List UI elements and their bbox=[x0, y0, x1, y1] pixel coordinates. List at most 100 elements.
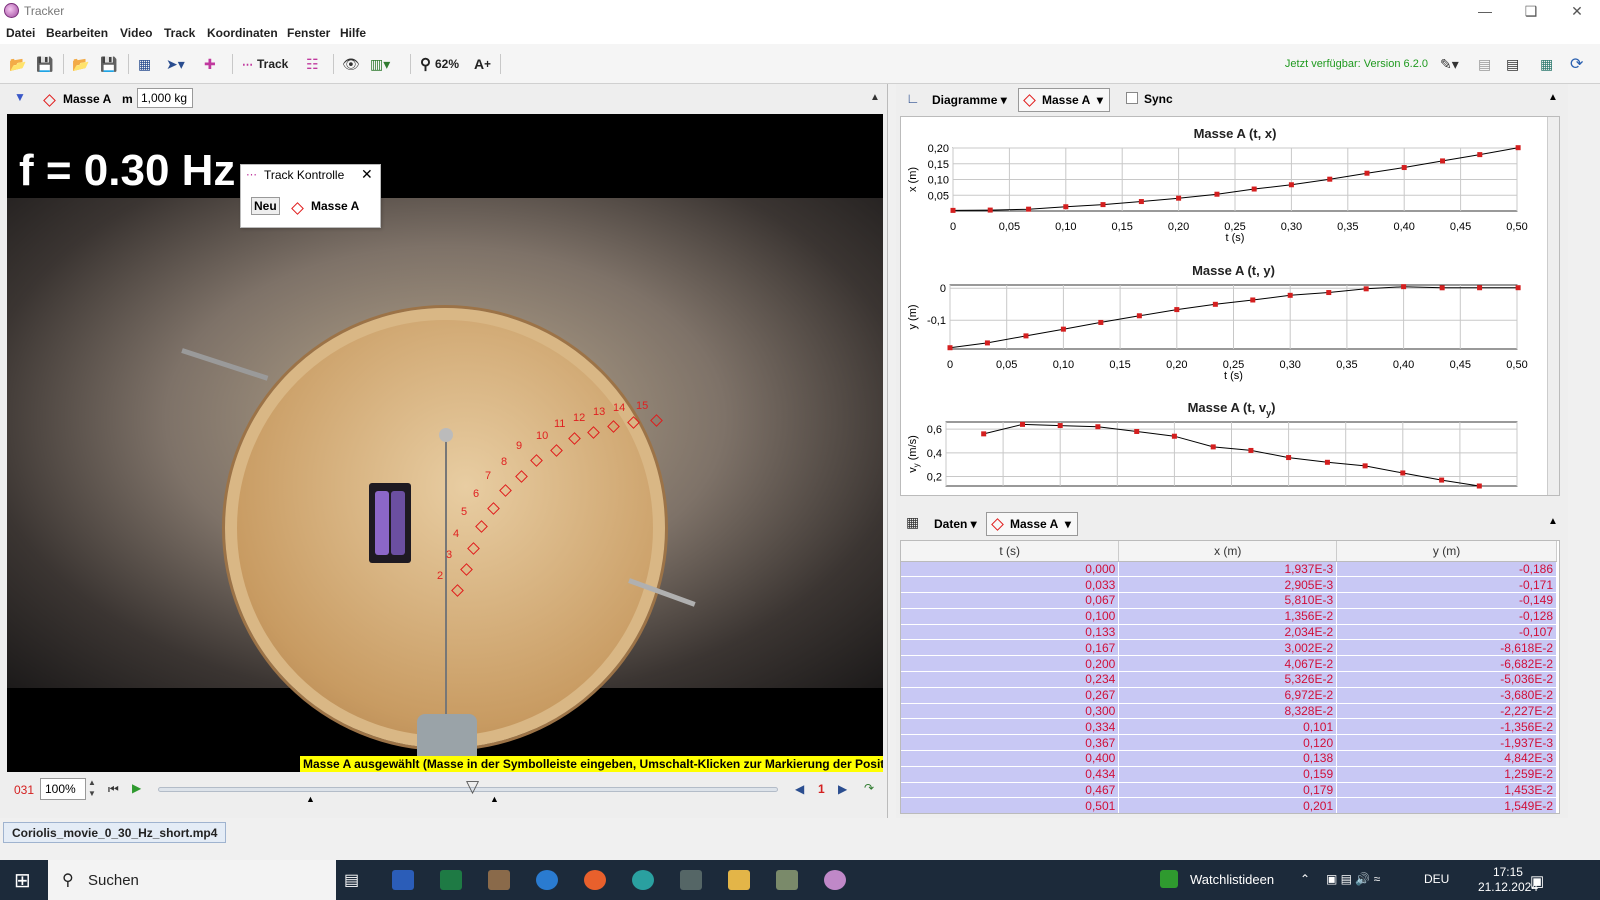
zoom-button[interactable]: ⚲ 62% bbox=[420, 54, 459, 74]
zoom-field[interactable]: 100% bbox=[40, 778, 86, 800]
table-cell[interactable]: 0,200 bbox=[901, 655, 1120, 673]
taskbar-search[interactable]: ⚲ Suchen bbox=[48, 860, 336, 900]
table-column-header[interactable]: x (m) bbox=[1118, 541, 1338, 562]
refresh-icon[interactable]: ⟳ bbox=[1570, 54, 1583, 74]
table-row[interactable]: 0,133 2,034E-2 -0,107 bbox=[901, 624, 1557, 641]
firefox-icon[interactable] bbox=[584, 870, 606, 890]
table-cell[interactable]: 0,033 bbox=[901, 576, 1120, 594]
taskbar-clock[interactable]: 17:15 21.12.2024 bbox=[1478, 865, 1538, 895]
table-cell[interactable]: 0,167 bbox=[901, 639, 1120, 657]
menu-datei[interactable]: Datei bbox=[6, 26, 35, 40]
table-cell[interactable]: -6,682E-2 bbox=[1336, 655, 1557, 673]
track-point-marker[interactable] bbox=[550, 444, 563, 457]
video-file-tab[interactable]: Coriolis_movie_0_30_Hz_short.mp4 bbox=[3, 822, 227, 843]
track-point-marker[interactable] bbox=[627, 416, 640, 429]
ie-icon[interactable] bbox=[536, 870, 558, 890]
table-cell[interactable]: 0,467 bbox=[901, 782, 1120, 799]
windows-start-icon[interactable]: ⊞ bbox=[14, 868, 31, 893]
table-row[interactable]: 0,234 5,326E-2 -5,036E-2 bbox=[901, 671, 1557, 688]
table-column-header[interactable]: t (s) bbox=[901, 541, 1120, 562]
slider-thumb[interactable]: ▽ bbox=[466, 777, 479, 797]
track-point-marker[interactable] bbox=[467, 542, 480, 555]
save-icon[interactable]: 💾 bbox=[36, 54, 53, 74]
end-marker-icon[interactable]: ▲ bbox=[490, 794, 499, 804]
table-cell[interactable]: 1,453E-2 bbox=[1336, 782, 1557, 799]
table-cell[interactable]: -0,171 bbox=[1336, 576, 1557, 594]
plot-view-dropdown[interactable]: Diagramme ▾ bbox=[932, 88, 1007, 112]
mass-input[interactable] bbox=[137, 88, 193, 108]
table-cell[interactable]: -1,937E-3 bbox=[1336, 734, 1557, 752]
table-row[interactable]: 0,000 1,937E-3 -0,186 bbox=[901, 561, 1557, 578]
minimize-button[interactable]: — bbox=[1462, 0, 1508, 22]
table-row[interactable]: 0,434 0,159 1,259E-2 bbox=[901, 766, 1557, 783]
track-dropdown-icon[interactable]: ▼ bbox=[14, 90, 26, 104]
table-cell[interactable]: 6,972E-2 bbox=[1118, 687, 1338, 704]
table-row[interactable]: 0,167 3,002E-2 -8,618E-2 bbox=[901, 639, 1557, 657]
step-forward-icon[interactable]: ▶ bbox=[838, 782, 847, 796]
track-point-marker[interactable] bbox=[499, 484, 512, 497]
table-cell[interactable]: 0,334 bbox=[901, 718, 1120, 736]
table-row[interactable]: 0,033 2,905E-3 -0,171 bbox=[901, 576, 1557, 594]
table-cell[interactable]: 0,067 bbox=[901, 592, 1120, 609]
table-cell[interactable]: 1,549E-2 bbox=[1336, 797, 1557, 813]
plots-scrollbar[interactable] bbox=[1547, 117, 1559, 495]
step-back-icon[interactable]: ◀ bbox=[795, 782, 804, 796]
footprint-icon[interactable]: ▥▾ bbox=[370, 54, 390, 74]
table-row[interactable]: 0,367 0,120 -1,937E-3 bbox=[901, 734, 1557, 752]
autotracker-icon[interactable]: ☷ bbox=[306, 54, 319, 74]
export-icon[interactable]: 💾 bbox=[100, 54, 117, 74]
watchlist-icon[interactable] bbox=[1160, 870, 1178, 888]
table-cell[interactable]: -2,227E-2 bbox=[1336, 703, 1557, 720]
play-icon[interactable]: ▶ bbox=[132, 781, 141, 795]
excel-icon[interactable] bbox=[440, 870, 462, 890]
table-cell[interactable]: 4,067E-2 bbox=[1118, 655, 1338, 673]
tray-chevron-icon[interactable]: ⌃ bbox=[1300, 872, 1310, 886]
calibration-icon[interactable]: ➤▾ bbox=[166, 54, 185, 74]
new-track-button[interactable]: Neu bbox=[251, 197, 280, 215]
table-cell[interactable]: 0,120 bbox=[1118, 734, 1338, 752]
sync-checkbox[interactable] bbox=[1126, 92, 1138, 104]
close-icon[interactable]: ✕ bbox=[361, 166, 373, 183]
table-cell[interactable]: -0,107 bbox=[1336, 624, 1557, 641]
table-cell[interactable]: 2,905E-3 bbox=[1118, 576, 1338, 594]
table-cell[interactable]: 0,000 bbox=[901, 561, 1120, 578]
notes-icon[interactable]: ▤ bbox=[1478, 54, 1491, 74]
track-control-item[interactable]: Masse A bbox=[311, 199, 359, 213]
track-point-marker[interactable] bbox=[515, 470, 528, 483]
tracker-taskbar-icon[interactable] bbox=[824, 870, 846, 890]
file-explorer-icon[interactable] bbox=[728, 870, 750, 890]
menu-track[interactable]: Track bbox=[164, 26, 195, 40]
font-size-icon[interactable]: A + bbox=[474, 54, 491, 74]
open-video-icon[interactable]: 📂 bbox=[72, 54, 89, 74]
table-cell[interactable]: 0,201 bbox=[1118, 797, 1338, 813]
table-cell[interactable]: -3,680E-2 bbox=[1336, 687, 1557, 704]
table-cell[interactable]: 1,937E-3 bbox=[1118, 561, 1338, 578]
table-row[interactable]: 0,400 0,138 4,842E-3 bbox=[901, 750, 1557, 767]
axes-icon[interactable]: ✚ bbox=[204, 54, 216, 74]
table-row[interactable]: 0,334 0,101 -1,356E-2 bbox=[901, 718, 1557, 736]
video-canvas[interactable]: f = 0.30 Hz 2 3 4 5 6 7 8 9 10 11 12 13 14 15 Masse A… bbox=[7, 114, 883, 772]
table-column-header[interactable]: y (m) bbox=[1336, 541, 1557, 562]
task-view-icon[interactable]: ▤ bbox=[344, 870, 359, 890]
table-row[interactable]: 0,200 4,067E-2 -6,682E-2 bbox=[901, 655, 1557, 673]
memory-icon[interactable]: ▦ bbox=[1540, 54, 1553, 74]
app-icon[interactable] bbox=[776, 870, 798, 890]
table-row[interactable]: 0,300 8,328E-2 -2,227E-2 bbox=[901, 703, 1557, 720]
track-point-marker[interactable] bbox=[587, 426, 600, 439]
track-menu-button[interactable]: ⋯ Track bbox=[242, 54, 288, 74]
table-cell[interactable]: 5,810E-3 bbox=[1118, 592, 1338, 609]
table-row[interactable]: 0,100 1,356E-2 -0,128 bbox=[901, 608, 1557, 625]
collapse-arrow-icon[interactable]: ▲ bbox=[870, 92, 880, 103]
step-size[interactable]: 1 bbox=[818, 782, 825, 796]
table-cell[interactable]: 0,234 bbox=[901, 671, 1120, 688]
table-cell[interactable]: 0,400 bbox=[901, 750, 1120, 767]
table-cell[interactable]: 0,133 bbox=[901, 624, 1120, 641]
loop-icon[interactable]: ↷ bbox=[864, 781, 874, 795]
notification-icon[interactable]: ▣ bbox=[1530, 872, 1544, 890]
table-cell[interactable]: 0,138 bbox=[1118, 750, 1338, 767]
zoom-spinner[interactable]: ▲ ▼ bbox=[88, 777, 96, 799]
reset-icon[interactable]: ⏮ bbox=[108, 782, 119, 797]
data-table[interactable]: t (s) x (m) y (m) 0,000 1,937E-3 -0,186 0,033… bbox=[900, 540, 1560, 814]
table-cell[interactable]: 0,100 bbox=[901, 608, 1120, 625]
menu-video[interactable]: Video bbox=[120, 26, 152, 40]
